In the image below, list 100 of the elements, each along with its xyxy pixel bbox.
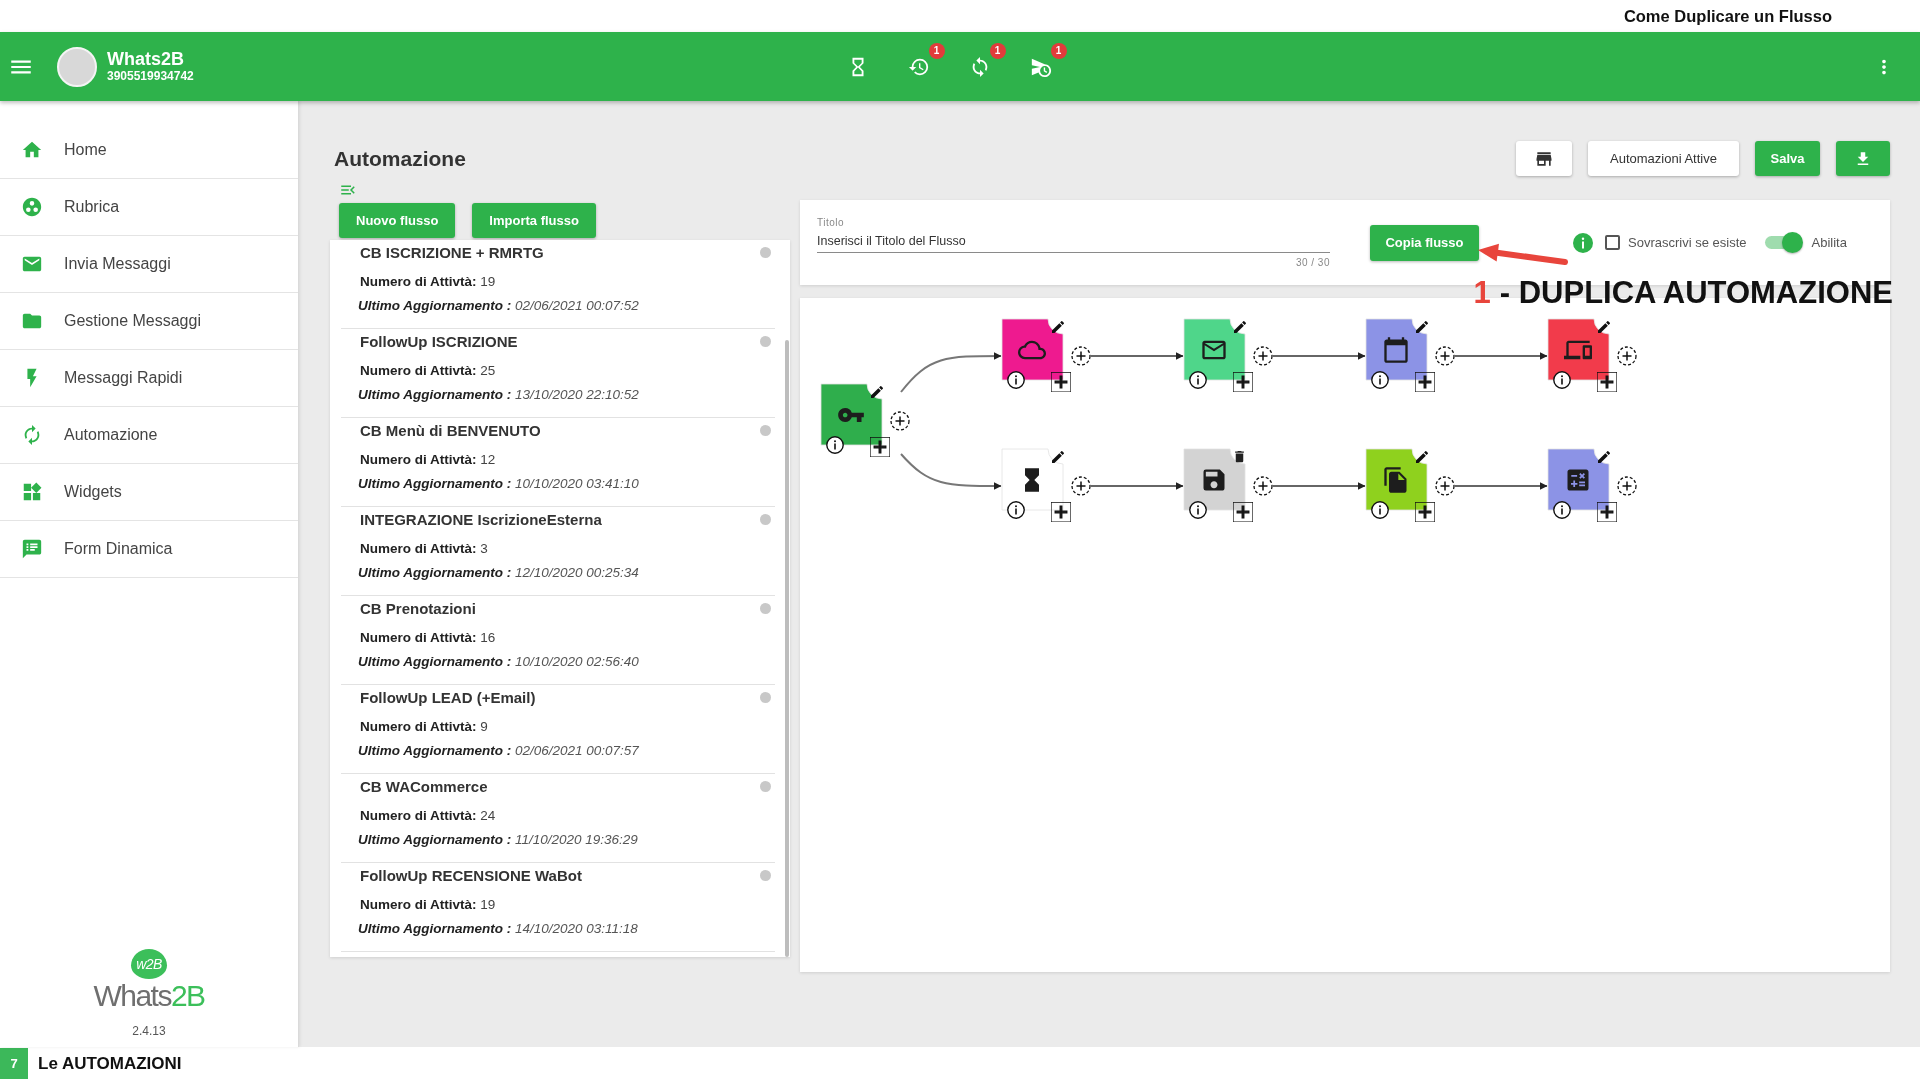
flow-name[interactable]: CB Menù di BENVENUTO (360, 421, 541, 439)
avatar-photo (57, 46, 97, 87)
sidebar-item[interactable]: Form Dinamica (0, 521, 298, 578)
enable-switch[interactable] (1765, 232, 1804, 253)
annotation-title: - DUPLICA AUTOMAZIONE (1499, 275, 1893, 311)
last-updated: Ultimo Aggiornamento : 02/06/2021 00:07:52 (358, 297, 640, 315)
flow-name[interactable]: CB ISCRIZIONE + RMRTG (360, 243, 544, 261)
widgets-icon (21, 481, 43, 503)
activity-count: Numero di Attivtà: 25 (360, 362, 497, 380)
info-icon[interactable] (1371, 501, 1389, 519)
flow-name[interactable]: INTEGRAZIONE IscrizioneEsterna (360, 510, 602, 528)
add-icon[interactable] (1051, 502, 1071, 522)
add-step-icon[interactable] (1435, 346, 1455, 366)
last-updated: Ultimo Aggiornamento : 11/10/2020 19:36:29 (358, 831, 639, 849)
add-step-icon[interactable] (890, 411, 910, 431)
sidebar-item[interactable]: Invia Messaggi (0, 236, 298, 293)
add-step-icon[interactable] (1071, 476, 1091, 496)
activity-count: Numero di Attivtà: 19 (360, 896, 497, 914)
account-phone: 3905519934742 (107, 69, 194, 84)
status-dot-icon (760, 602, 771, 614)
last-updated: Ultimo Aggiornamento : 02/06/2021 00:07:57 (358, 742, 640, 760)
info-icon[interactable] (1553, 371, 1571, 389)
sidebar-item[interactable]: Home (0, 122, 298, 179)
storefront-button[interactable] (1516, 141, 1572, 176)
last-updated: Ultimo Aggiornamento : 13/10/2020 22:10:52 (358, 386, 640, 404)
info-icon[interactable] (1371, 371, 1389, 389)
download-button[interactable] (1836, 141, 1890, 176)
sidebar-item[interactable]: Gestione Messaggi (0, 293, 298, 350)
flow-name[interactable]: FollowUp LEAD (+Email) (360, 688, 536, 706)
info-icon[interactable] (1007, 371, 1025, 389)
activity-count: Numero di Attivtà: 12 (360, 451, 497, 469)
notification-badge: 1 (928, 42, 945, 59)
info-icon[interactable] (826, 436, 844, 454)
pencil-icon[interactable] (1414, 319, 1430, 335)
activity-count: Numero di Attivtà: 9 (360, 718, 489, 736)
pencil-icon[interactable] (1050, 449, 1066, 465)
overwrite-checkbox[interactable] (1605, 235, 1620, 250)
notification-badge: 1 (1050, 42, 1067, 59)
add-icon[interactable] (1415, 372, 1435, 392)
pencil-icon[interactable] (869, 384, 885, 400)
add-step-icon[interactable] (1435, 476, 1455, 496)
activity-count: Numero di Attivtà: 19 (360, 273, 497, 291)
add-step-icon[interactable] (1071, 346, 1091, 366)
flow-name[interactable]: CB Prenotazioni (360, 599, 476, 617)
sidebar-item[interactable]: Messaggi Rapidi (0, 350, 298, 407)
add-icon[interactable] (1415, 502, 1435, 522)
add-step-icon[interactable] (1617, 346, 1637, 366)
switch-label: Abilita (1811, 235, 1847, 250)
add-icon[interactable] (1597, 502, 1617, 522)
add-icon[interactable] (1233, 372, 1253, 392)
sidebar-item[interactable]: Widgets (0, 464, 298, 521)
page-title: Automazione (333, 146, 466, 171)
last-updated: Ultimo Aggiornamento : 12/10/2020 00:25:34 (358, 564, 640, 582)
add-step-icon[interactable] (1253, 476, 1273, 496)
trash-icon[interactable] (1232, 449, 1247, 464)
toolbar-button[interactable]: Automazioni Attive (1588, 141, 1739, 176)
add-icon[interactable] (1051, 372, 1071, 392)
version-label: 2.4.13 (132, 1024, 166, 1038)
checkbox-label: Sovrascrivi se esiste (1628, 235, 1747, 250)
info-icon[interactable] (1189, 371, 1207, 389)
activity-count: Numero di Attivtà: 24 (360, 807, 497, 825)
info-icon[interactable] (1553, 501, 1571, 519)
status-dot-icon (760, 869, 771, 881)
speech-bubble-icon (21, 538, 43, 560)
account-name: Whats2B (107, 49, 185, 69)
status-dot-icon (760, 424, 771, 436)
sidebar-item[interactable]: Rubrica (0, 179, 298, 236)
add-step-icon[interactable] (1253, 346, 1273, 366)
pencil-icon[interactable] (1232, 319, 1248, 335)
flow-name[interactable]: FollowUp ISCRIZIONE (360, 332, 518, 350)
status-dot-icon (760, 513, 771, 525)
pencil-icon[interactable] (1050, 319, 1066, 335)
status-dot-icon (760, 691, 771, 703)
title-input-field[interactable]: Titolo Inserisci il Titolo del Flusso (817, 216, 1330, 253)
flow-node[interactable] (1001, 318, 1064, 381)
status-dot-icon (760, 246, 771, 258)
activity-count: Numero di Attivtà: 3 (360, 540, 489, 558)
logo-badge: w2B (131, 949, 167, 979)
flow-name[interactable]: CB WACommerce (360, 777, 488, 795)
slide-number: 7 (0, 1048, 28, 1079)
logo-wordmark: Whats2B (93, 981, 205, 1011)
add-icon[interactable] (870, 437, 890, 457)
status-dot-icon (760, 335, 771, 347)
pencil-icon[interactable] (1414, 449, 1430, 465)
info-icon[interactable] (1007, 501, 1025, 519)
last-updated: Ultimo Aggiornamento : 10/10/2020 03:41:10 (358, 475, 640, 493)
notification-badge: 1 (989, 42, 1006, 59)
scrollbar-thumb[interactable] (785, 340, 789, 957)
pencil-icon[interactable] (1596, 319, 1612, 335)
last-updated: Ultimo Aggiornamento : 10/10/2020 02:56:40 (358, 653, 640, 671)
character-counter: 30 / 30 (1295, 256, 1330, 269)
pencil-icon[interactable] (1596, 449, 1612, 465)
flow-name[interactable]: FollowUp RECENSIONE WaBot (360, 866, 582, 884)
add-icon[interactable] (1597, 372, 1617, 392)
step-number: 1 (1473, 275, 1491, 311)
info-icon[interactable] (1189, 501, 1207, 519)
sidebar-item[interactable]: Automazione (0, 407, 298, 464)
add-step-icon[interactable] (1617, 476, 1637, 496)
activity-count: Numero di Attivtà: 16 (360, 629, 497, 647)
add-icon[interactable] (1233, 502, 1253, 522)
